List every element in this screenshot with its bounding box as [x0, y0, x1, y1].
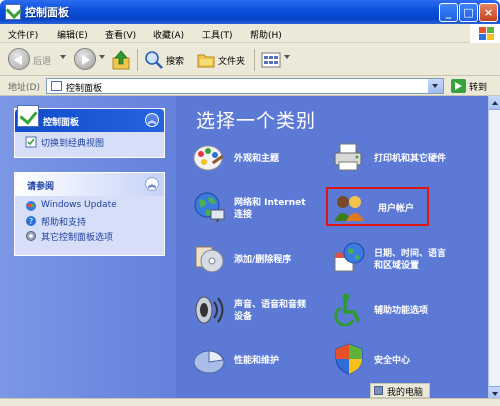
category-label: 设备 — [234, 312, 253, 322]
add-remove-programs-icon[interactable] — [192, 241, 226, 275]
toolbar-separator — [137, 49, 138, 71]
address-label: 地址(D) — [8, 83, 40, 93]
category-sounds-audio[interactable]: 声音、语音和音频 设备 — [234, 299, 306, 323]
help-support-link[interactable]: 帮助和支持 — [41, 215, 86, 228]
printer-icon[interactable] — [332, 140, 366, 174]
forward-dropdown-icon[interactable] — [99, 55, 105, 59]
category-network-internet[interactable]: 网络和 Internet 连接 — [234, 197, 306, 221]
category-label: 和区域设置 — [374, 261, 420, 271]
help-icon: ? — [26, 216, 36, 226]
menu-favorites[interactable]: 收藏(A) — [153, 28, 184, 41]
vertical-scrollbar[interactable] — [488, 96, 500, 400]
views-icon[interactable] — [261, 51, 281, 69]
forward-arrow-icon[interactable] — [74, 48, 96, 70]
category-user-accounts[interactable]: 用户帐户 — [378, 203, 414, 215]
performance-maintenance-icon[interactable] — [192, 342, 226, 376]
category-appearance[interactable]: 外观和主题 — [234, 153, 279, 165]
see-also-box: 请参阅 ︽ Windows Update ? 帮助和支持 其它控制面板选项 — [14, 172, 165, 256]
date-time-language-icon[interactable] — [332, 241, 366, 275]
see-also-title: 请参阅 — [27, 182, 55, 192]
toolbar-separator — [254, 49, 255, 71]
category-security-center[interactable]: 安全中心 — [374, 355, 410, 367]
category-label: 辅助功能选项 — [374, 306, 429, 316]
collapse-chevron-icon[interactable]: ︽ — [145, 177, 159, 191]
status-text: 我的电脑 — [387, 388, 424, 398]
control-panel-box-header[interactable]: 控制面板 ︽ — [15, 105, 164, 132]
status-zone: 我的电脑 — [370, 383, 430, 398]
control-panel-icon — [5, 4, 21, 20]
window-title: 控制面板 — [25, 6, 69, 19]
back-arrow-icon[interactable] — [8, 48, 30, 70]
windows-update-icon — [26, 201, 36, 211]
address-input[interactable]: 控制面板 — [46, 78, 444, 94]
task-pane: 控制面板 ︽ 切换到经典视图 请参阅 ︽ Windows Update ? 帮助… — [0, 96, 176, 406]
sounds-speaker-icon[interactable] — [192, 292, 226, 326]
go-button-label[interactable]: 转到 — [469, 80, 487, 93]
collapse-chevron-icon[interactable]: ︽ — [145, 113, 159, 127]
category-add-remove-programs[interactable]: 添加/删除程序 — [234, 254, 291, 266]
control-panel-checkmark-icon — [17, 105, 39, 127]
my-computer-icon — [374, 386, 383, 395]
user-accounts-icon[interactable] — [332, 190, 366, 224]
switch-view-icon — [25, 136, 37, 148]
menu-tools[interactable]: 工具(T) — [202, 28, 233, 41]
category-label: 性能和维护 — [234, 356, 280, 366]
switch-classic-view-link[interactable]: 切换到经典视图 — [41, 136, 104, 149]
status-bar — [0, 398, 500, 406]
other-options-link[interactable]: 其它控制面板选项 — [41, 230, 113, 243]
category-label: 声音、语音和音频 — [234, 300, 307, 310]
category-performance-maintenance[interactable]: 性能和维护 — [234, 355, 279, 367]
see-also-box-header[interactable]: 请参阅 ︽ — [15, 173, 164, 196]
minimize-button[interactable]: _ — [439, 3, 458, 22]
accessibility-icon[interactable] — [332, 292, 366, 326]
category-label: 安全中心 — [374, 356, 411, 366]
category-label: 添加/删除程序 — [234, 255, 292, 265]
search-icon[interactable] — [144, 50, 164, 70]
menu-file[interactable]: 文件(F) — [8, 28, 38, 41]
address-bar: 地址(D) 控制面板 转到 — [0, 76, 500, 96]
menu-view[interactable]: 查看(V) — [105, 28, 136, 41]
category-label: 用户帐户 — [378, 204, 415, 214]
go-arrow-icon[interactable] — [451, 79, 466, 93]
svg-text:?: ? — [29, 217, 33, 226]
address-dropdown-icon[interactable] — [428, 79, 443, 93]
category-label: 日期、时间、语言 — [374, 249, 447, 259]
title-bar[interactable]: 控制面板 _ □ × — [0, 0, 500, 24]
search-button-label[interactable]: 搜索 — [166, 54, 184, 67]
category-pane: 选择一个类别 外观和主题 打印机和其它硬件 网络和 Internet 连接 用户… — [176, 96, 488, 400]
control-panel-box-title: 控制面板 — [43, 118, 80, 128]
folders-icon[interactable] — [196, 50, 216, 70]
views-dropdown-icon[interactable] — [284, 55, 290, 59]
page-title: 选择一个类别 — [196, 110, 317, 132]
category-accessibility[interactable]: 辅助功能选项 — [374, 305, 428, 317]
close-button[interactable]: × — [479, 3, 498, 22]
category-printers-hardware[interactable]: 打印机和其它硬件 — [374, 153, 446, 165]
toolbar: 后退 搜索 文件夹 — [0, 43, 500, 76]
control-panel-small-icon — [51, 81, 62, 91]
control-panel-box: 控制面板 ︽ 切换到经典视图 — [14, 105, 165, 158]
up-folder-icon[interactable] — [110, 49, 132, 71]
menu-edit[interactable]: 编辑(E) — [57, 28, 88, 41]
back-button-label[interactable]: 后退 — [33, 54, 51, 67]
category-label: 连接 — [234, 210, 253, 220]
category-label: 外观和主题 — [234, 154, 280, 164]
appearance-icon[interactable] — [192, 140, 226, 174]
address-value: 控制面板 — [66, 84, 103, 94]
menu-help[interactable]: 帮助(H) — [250, 28, 282, 41]
network-globe-icon[interactable] — [192, 190, 226, 224]
maximize-button[interactable]: □ — [459, 3, 478, 22]
category-label: 打印机和其它硬件 — [374, 154, 447, 164]
security-shield-icon[interactable] — [332, 342, 366, 376]
windows-logo-icon — [470, 24, 500, 43]
category-label: 网络和 Internet — [234, 198, 306, 208]
scroll-up-arrow-icon[interactable] — [489, 96, 500, 110]
menu-bar: 文件(F) 编辑(E) 查看(V) 收藏(A) 工具(T) 帮助(H) — [0, 24, 500, 43]
folders-button-label[interactable]: 文件夹 — [218, 54, 245, 67]
category-date-time-language[interactable]: 日期、时间、语言 和区域设置 — [374, 248, 446, 272]
settings-icon — [26, 231, 36, 241]
windows-update-link[interactable]: Windows Update — [41, 200, 117, 210]
back-dropdown-icon[interactable] — [60, 55, 66, 59]
